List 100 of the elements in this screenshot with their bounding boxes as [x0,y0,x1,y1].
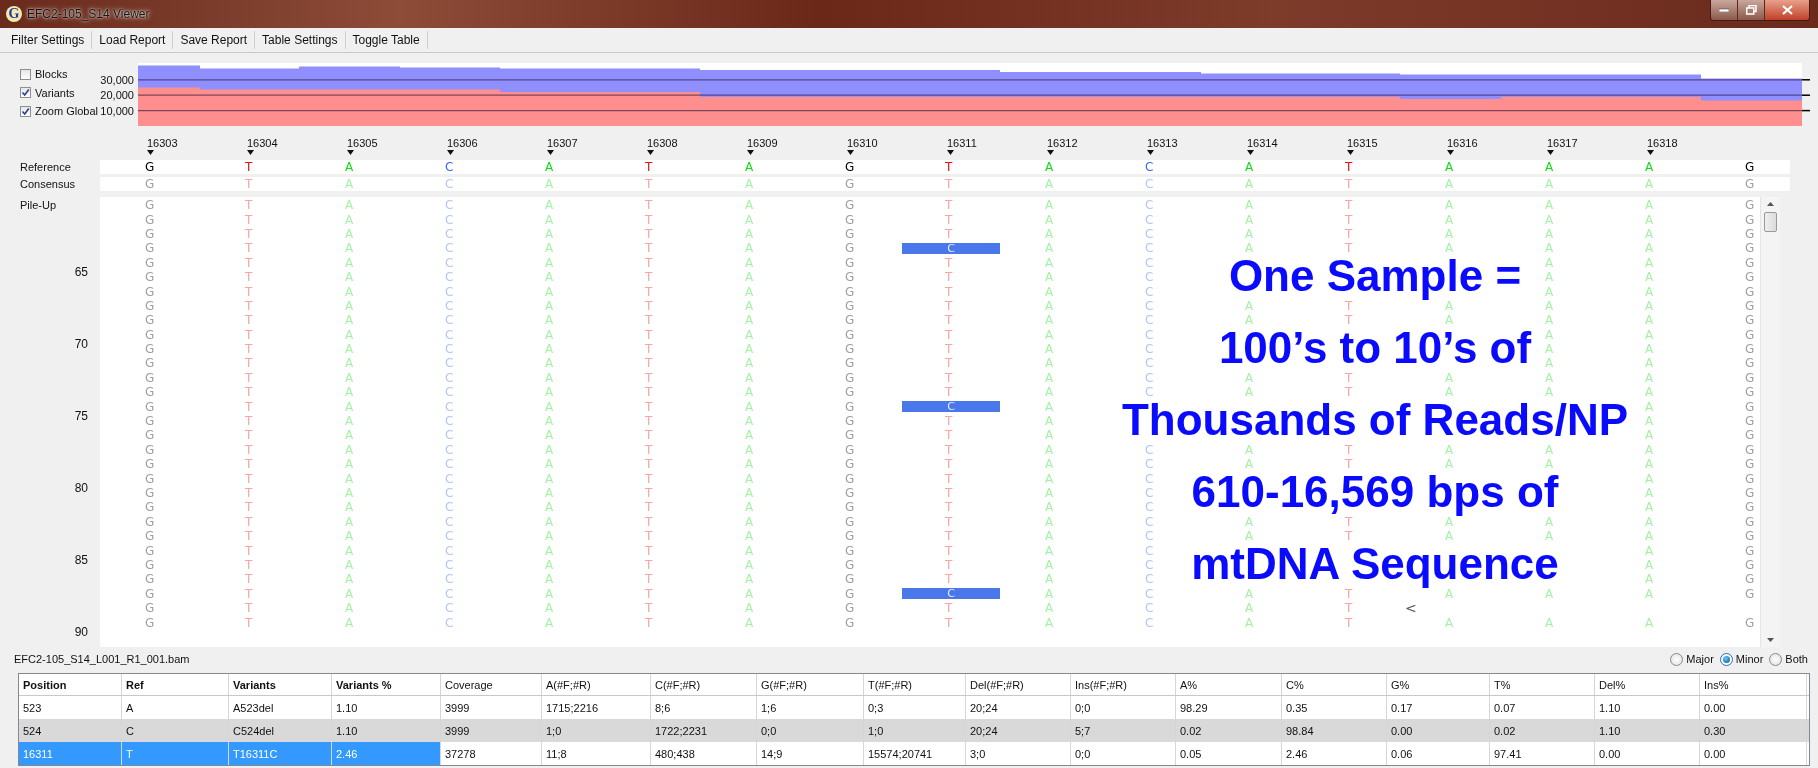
minimize-button[interactable] [1711,0,1738,20]
base-letter: C [1145,473,1154,484]
column-header[interactable]: Del(#F;#R) [966,674,1071,695]
column-header[interactable]: Ins(#F;#R) [1071,674,1176,695]
scrollbar[interactable] [1760,197,1780,647]
position-marker-icon [547,150,554,155]
base-letter: C [445,559,454,570]
base-letter: T [245,315,253,326]
checkbox-label[interactable]: Variants [35,86,75,99]
base-letter: A [1645,243,1654,254]
base-letter: A [1445,516,1454,527]
column-header[interactable]: Position [19,674,122,695]
base-letter: A [1645,588,1654,599]
checkbox-label[interactable]: Zoom Global [35,105,98,118]
base-letter: G [845,473,855,484]
column-header[interactable]: G(#F;#R) [757,674,864,695]
radio-label[interactable]: Minor [1735,653,1764,665]
base-letter: C [1145,574,1154,585]
checkbox[interactable] [20,68,31,80]
base-letter: A [1545,588,1554,599]
table-cell: 14;9 [757,742,864,765]
scroll-down-icon[interactable] [1767,638,1774,642]
row-number: 70 [74,337,88,353]
restore-button[interactable] [1738,0,1765,20]
table-cell: 0;0 [757,719,864,742]
column-header[interactable]: Ref [122,674,229,695]
column-header[interactable]: C% [1282,674,1387,695]
base-letter: A [1645,545,1654,556]
table-row[interactable]: 524 C C524del 1.10 3999 1;0 1722;2231 0;0 1;0 20;24 5;7 0.02 98.84 0.00 0.02 1.10 0.30 [19,719,1809,742]
base-letter: G [1745,243,1755,254]
base-letter: T [1345,387,1353,398]
scroll-up-icon[interactable] [1767,202,1774,206]
radio-button[interactable] [1719,652,1733,666]
base-letter: A [545,430,554,441]
column-header[interactable]: G% [1387,674,1490,695]
base-letter: C [445,200,454,211]
position-label: 16309 [747,137,778,149]
close-button[interactable] [1765,0,1809,20]
column-header[interactable]: A(#F;#R) [542,674,651,695]
base-letter: A [1045,559,1054,570]
base-letter: G [845,444,855,455]
menu-item[interactable]: Toggle Table [345,31,428,49]
base-letter: A [1045,358,1054,369]
base-letter: C [1145,387,1154,398]
column-header[interactable]: Coverage [441,674,542,695]
column-header[interactable]: A% [1176,674,1282,695]
base-letter: A [545,545,554,556]
radio-button[interactable] [1769,652,1783,666]
radio-label[interactable]: Both [1785,653,1808,665]
checkbox[interactable] [20,87,31,99]
base-letter: T [645,243,653,254]
base-letter: A [1645,559,1654,570]
base-letter: C [445,257,454,268]
base-letter: G [845,286,855,297]
base-letter: G [1745,358,1755,369]
base-letter: G [145,545,155,556]
base-letter: C [445,516,454,527]
table-cell: 0.06 [1387,742,1490,765]
base-letter: A [1245,300,1254,311]
position-marker-icon [747,150,754,155]
table-cell: 0.00 [1387,719,1490,742]
base-letter: T [645,214,653,225]
base-letter: C [445,473,454,484]
position-marker-icon [247,150,254,155]
base-letter: A [1645,502,1654,513]
checkbox[interactable] [20,105,31,117]
menu-item[interactable]: Filter Settings [4,31,93,49]
base-letter: A [345,617,354,628]
radio-button[interactable] [1670,652,1684,666]
base-letter: A [1245,387,1254,398]
base-letter: T [945,416,953,427]
base-letter: A [345,358,354,369]
column-header[interactable]: T(#F;#R) [864,674,966,695]
column-header[interactable]: Variants % [332,674,441,695]
checkbox-label[interactable]: Blocks [35,68,68,81]
column-header[interactable]: Del% [1595,674,1700,695]
base-letter: A [1545,160,1554,174]
column-header[interactable]: Variants [229,674,332,695]
scroll-thumb[interactable] [1764,212,1777,232]
base-letter: A [1445,214,1454,225]
column-header[interactable]: C(#F;#R) [651,674,757,695]
base-letter: A [1245,177,1254,191]
table-cell: 16311 [19,742,122,765]
position-marker-icon [1447,150,1454,155]
menu-item[interactable]: Save Report [173,31,256,49]
base-letter: A [1545,344,1554,355]
base-letter: T [245,430,253,441]
menu-item[interactable]: Load Report [92,31,174,49]
base-letter: A [1045,214,1054,225]
column-header[interactable]: T% [1490,674,1595,695]
radio-label[interactable]: Major [1686,653,1714,665]
column-header[interactable]: Ins% [1700,674,1807,695]
table-row[interactable]: 16311 T T16311C 2.46 37278 11;8 480;438 14;9 15574;20741 3;0 0;0 0.05 2.46 0.06 97.41 0.00 0.00 [19,742,1809,765]
base-letter: T [245,243,253,254]
base-letter: C [445,160,454,174]
base-letter: G [145,488,155,498]
position-label: 16303 [147,137,178,149]
menu-item[interactable]: Table Settings [255,31,346,49]
base-letter: A [345,588,354,599]
base-letter: A [745,329,754,340]
